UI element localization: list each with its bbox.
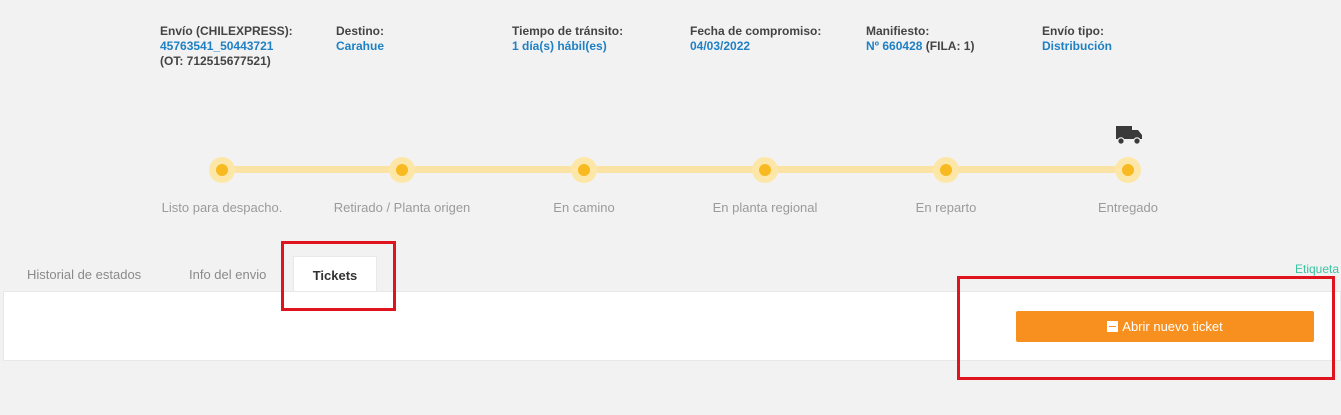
info-manifiesto-fila: (FILA: 1) — [925, 39, 975, 53]
timeline-dot-listo — [209, 157, 235, 183]
info-fecha: Fecha de compromiso: 04/03/2022 — [690, 24, 821, 54]
timeline-dot-en-reparto — [933, 157, 959, 183]
info-envio-label: Envío (CHILEXPRESS): — [160, 24, 293, 38]
tab-info-envio[interactable]: Info del envio — [189, 256, 266, 292]
info-tipo-label: Envío tipo: — [1042, 24, 1104, 38]
timeline-label-en-camino: En camino — [553, 200, 615, 215]
info-transito-label: Tiempo de tránsito: — [512, 24, 624, 38]
info-envio: Envío (CHILEXPRESS): 45763541_50443721 (… — [160, 24, 293, 69]
tab-historial-estados[interactable]: Historial de estados — [27, 256, 141, 292]
truck-icon — [1116, 126, 1142, 145]
timeline-label-en-reparto: En reparto — [915, 200, 977, 215]
timeline-dot-en-camino — [571, 157, 597, 183]
info-tipo: Envío tipo: Distribución — [1042, 24, 1112, 54]
info-manifiesto: Manifiesto: Nº 660428 (FILA: 1) — [866, 24, 974, 54]
highlight-box-new-ticket — [957, 276, 1335, 380]
timeline-label-planta-regional: En planta regional — [712, 200, 818, 215]
highlight-box-tickets-tab — [281, 241, 396, 311]
info-fecha-label: Fecha de compromiso: — [690, 24, 822, 38]
info-envio-ot: (OT: 712515677521) — [160, 54, 271, 68]
info-manifiesto-value[interactable]: Nº 660428 — [866, 39, 922, 53]
timeline-dot-planta-regional — [752, 157, 778, 183]
timeline-label-listo: Listo para despacho. — [161, 200, 283, 215]
info-manifiesto-label: Manifiesto: — [866, 24, 930, 38]
info-destino-value: Carahue — [336, 39, 385, 53]
shipment-progress-timeline — [209, 155, 1141, 185]
timeline-dot-entregado — [1115, 157, 1141, 183]
timeline-label-retirado: Retirado / Planta origen — [333, 200, 471, 215]
info-transito-value: 1 día(s) hábil(es) — [512, 39, 607, 53]
info-destino-label: Destino: — [336, 24, 384, 38]
timeline-track — [222, 166, 1128, 173]
timeline-dot-retirado — [389, 157, 415, 183]
info-envio-value[interactable]: 45763541_50443721 — [160, 39, 273, 53]
info-destino: Destino: Carahue — [336, 24, 384, 54]
etiqueta-link[interactable]: Etiqueta — [1295, 262, 1339, 276]
info-transito: Tiempo de tránsito: 1 día(s) hábil(es) — [512, 24, 623, 54]
shipment-info-header: Envío (CHILEXPRESS): 45763541_50443721 (… — [0, 24, 1341, 84]
info-tipo-value: Distribución — [1042, 39, 1113, 53]
info-fecha-value: 04/03/2022 — [690, 39, 751, 53]
timeline-label-entregado: Entregado — [1098, 200, 1158, 215]
